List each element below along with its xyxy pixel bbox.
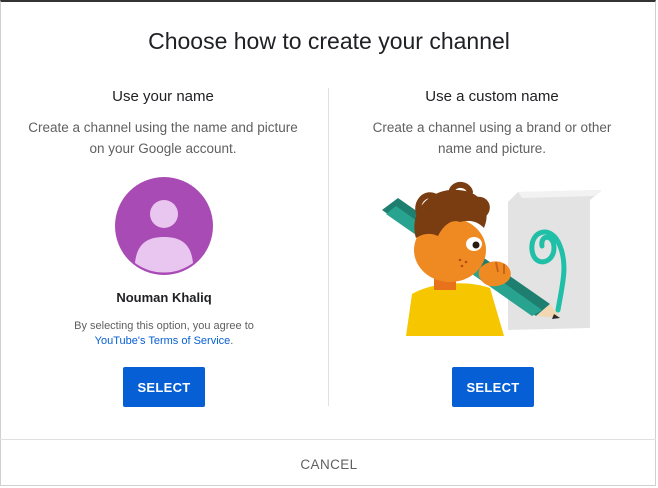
footer-divider: [0, 439, 656, 440]
option-description: Create a channel using the name and pict…: [28, 120, 298, 156]
agreement-text: By selecting this option, you agree to: [74, 320, 254, 332]
option-heading: Use your name: [112, 88, 214, 105]
option-description: Create a channel using a brand or other …: [372, 120, 612, 156]
column-divider: [328, 88, 329, 406]
terms-agreement: By selecting this option, you agree to Y…: [0, 319, 328, 349]
custom-channel-illustration: [382, 182, 602, 336]
terms-of-service-link[interactable]: YouTube's Terms of Service: [95, 335, 231, 347]
option-heading: Use a custom name: [425, 88, 559, 105]
avatar: [115, 177, 213, 275]
cancel-button[interactable]: CANCEL: [284, 450, 374, 478]
terms-suffix: .: [230, 335, 234, 347]
dialog-title: Choose how to create your channel: [148, 28, 510, 54]
select-own-name-button[interactable]: SELECT: [123, 367, 205, 407]
option-own-name: Use your name Create a channel using the…: [13, 88, 313, 159]
account-name: Nouman Khaliq: [116, 290, 212, 305]
option-custom-name: Use a custom name Create a channel using…: [342, 88, 642, 159]
select-custom-name-button[interactable]: SELECT: [452, 367, 534, 407]
